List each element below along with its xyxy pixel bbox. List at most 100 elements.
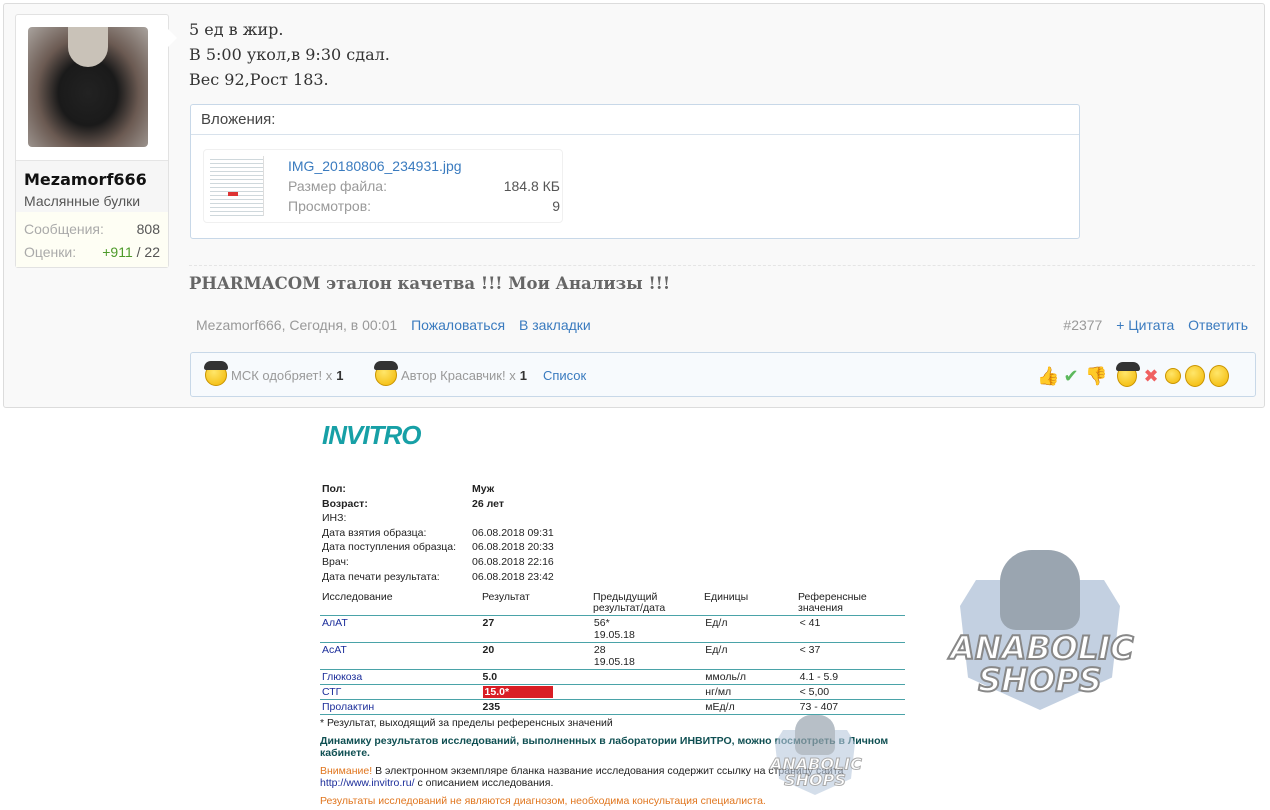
result-cell: ммоль/л	[703, 669, 798, 685]
patient-info: Пол: Муж Возраст: 26 лет ИНЗ: Дата взятия обр…	[322, 482, 554, 584]
thumbs-down-icon[interactable]: 👎	[1085, 366, 1107, 387]
attention-label: Внимание!	[320, 764, 373, 777]
attachment-item: IMG_20180806_234931.jpg Размер файла: 184…	[203, 149, 563, 223]
result-cell: АлАТ	[320, 615, 481, 643]
watermark-text: ANABOLIC SHOPS	[949, 629, 1135, 699]
result-value: 235	[482, 701, 501, 713]
likes-list-link[interactable]: Список	[543, 368, 586, 383]
reply-link[interactable]: Ответить	[1188, 317, 1248, 333]
result-cell: < 41	[797, 615, 905, 643]
col-header: Результат	[482, 591, 530, 603]
avatar[interactable]	[28, 27, 148, 147]
signature-divider	[189, 265, 1255, 266]
info-value: 06.08.2018 09:31	[472, 526, 554, 539]
result-cell: 5.0	[480, 669, 592, 685]
result-cell: < 5,00	[797, 684, 905, 700]
result-cell: 20	[480, 642, 592, 670]
attachments-header: Вложения:	[191, 105, 1079, 135]
col-header: Исследование	[322, 591, 393, 603]
username[interactable]: Mezamorf666	[24, 170, 160, 189]
cross-icon[interactable]: ✖	[1141, 366, 1161, 387]
message-line: В 5:00 укол,в 9:30 сдал.	[189, 45, 390, 64]
post-number[interactable]: #2377	[1063, 317, 1102, 333]
likes-bar: МСК одобряет! x1 Автор Красавчик! x 1 Спис…	[190, 352, 1256, 397]
result-row: АсАТ 20 28 19.05.18 Ед/л < 37	[320, 642, 905, 670]
ratings-rest: / 22	[132, 244, 160, 260]
result-cell: нг/мл	[703, 684, 798, 700]
info-value: 26 лет	[472, 497, 504, 510]
user-stats: Сообщения: 808 Оценки: +911 / 22	[16, 212, 168, 267]
info-value: 06.08.2018 23:42	[472, 570, 554, 583]
attachments-box: Вложения: IMG_20180806_234931.jpg Размер…	[190, 104, 1080, 239]
like-label: Автор Красавчик! x	[401, 367, 516, 383]
results-table: АлАТ 27 56* 19.05.18 Ед/л < 41 АсАТ 20 28 19.05…	[320, 615, 905, 715]
msk-smiley-icon	[204, 361, 228, 386]
watermark-logo: ANABOLIC SHOPS	[949, 550, 1135, 710]
result-row: СТГ 15.0* нг/мл < 5,00	[320, 684, 905, 700]
result-cell: 73 - 407	[797, 699, 905, 715]
result-cell: 4.1 - 5.9	[797, 669, 905, 685]
post-actions: #2377 + Цитата Ответить	[1063, 317, 1248, 333]
check-icon[interactable]: ✔	[1061, 366, 1081, 387]
info-label: Дата взятия образца:	[322, 526, 427, 539]
ratings-label: Оценки:	[24, 244, 77, 260]
info-row: ИНЗ:	[322, 511, 554, 526]
rating-buttons: 👍 ✔ 👎 ✖	[1037, 362, 1229, 387]
col-header: Референсные значения	[798, 591, 867, 614]
like-count: 1	[336, 367, 344, 383]
quote-link[interactable]: + Цитата	[1116, 317, 1174, 333]
like-label: МСК одобряет! x	[231, 367, 333, 383]
post-meta: Mezamorf666, Сегодня, в 00:01 Пожаловать…	[196, 317, 591, 333]
beret-smiley-icon	[374, 361, 398, 386]
size-value: 184.8 КБ	[503, 178, 560, 194]
info-row: Дата печати результата: 06.08.2018 23:42	[322, 570, 554, 585]
report-link[interactable]: Пожаловаться	[411, 317, 505, 333]
messages-count: 808	[136, 221, 160, 237]
result-cell: 56* 19.05.18	[591, 615, 704, 643]
user-title: Маслянные булки	[24, 193, 141, 209]
medal-icon[interactable]	[1209, 365, 1229, 387]
col-header: Предыдущий результат/дата	[593, 591, 666, 614]
info-label: Врач:	[322, 555, 349, 568]
result-cell	[591, 684, 704, 700]
col-header: Единицы	[704, 591, 749, 603]
info-row: Врач: 06.08.2018 22:16	[322, 555, 554, 570]
result-row: АлАТ 27 56* 19.05.18 Ед/л < 41	[320, 615, 905, 643]
message-body: 5 ед в жир. В 5:00 укол,в 9:30 сдал. Вес…	[189, 17, 390, 92]
result-cell	[591, 669, 704, 685]
grin-icon[interactable]	[1165, 368, 1181, 384]
info-label: Возраст:	[322, 497, 368, 510]
info-value: Муж	[472, 483, 495, 495]
info-label: Дата поступления образца:	[322, 541, 457, 554]
result-value: 15.0*	[482, 686, 553, 698]
attachment-thumbnail[interactable]	[210, 156, 264, 216]
result-cell: 27	[480, 615, 592, 643]
messages-label: Сообщения:	[24, 221, 104, 237]
info-value: 06.08.2018 22:16	[472, 555, 554, 568]
info-row: Дата взятия образца: 06.08.2018 09:31	[322, 526, 554, 541]
result-cell: Глюкоза	[320, 669, 481, 685]
result-value: 27	[482, 617, 495, 629]
attachment-link[interactable]: IMG_20180806_234931.jpg	[288, 158, 462, 174]
like-count: 1	[519, 367, 527, 383]
result-cell: мЕд/л	[703, 699, 798, 715]
result-cell: Пролактин	[320, 699, 481, 715]
author-date: Mezamorf666, Сегодня, в 00:01	[196, 317, 398, 333]
result-cell: 28 19.05.18	[591, 642, 704, 670]
info-row: Пол: Муж	[322, 482, 554, 497]
invitro-logo: INVITRO	[322, 420, 421, 450]
info-value: 06.08.2018 20:33	[472, 541, 554, 554]
info-row: Возраст: 26 лет	[322, 497, 554, 512]
url-tail: с описанием исследования.	[414, 777, 554, 789]
result-cell: АсАТ	[320, 642, 481, 670]
result-cell	[591, 699, 704, 715]
thumbs-up-icon[interactable]: 👍	[1037, 366, 1059, 387]
bookmark-link[interactable]: В закладки	[519, 317, 591, 333]
result-cell: 15.0*	[480, 684, 592, 700]
result-row: Глюкоза 5.0 ммоль/л 4.1 - 5.9	[320, 669, 905, 685]
result-cell: Ед/л	[703, 615, 798, 643]
info-label: ИНЗ:	[322, 512, 347, 525]
sad-icon[interactable]	[1185, 365, 1205, 387]
beret-smiley-icon[interactable]	[1116, 362, 1140, 387]
size-label: Размер файла:	[288, 178, 387, 194]
